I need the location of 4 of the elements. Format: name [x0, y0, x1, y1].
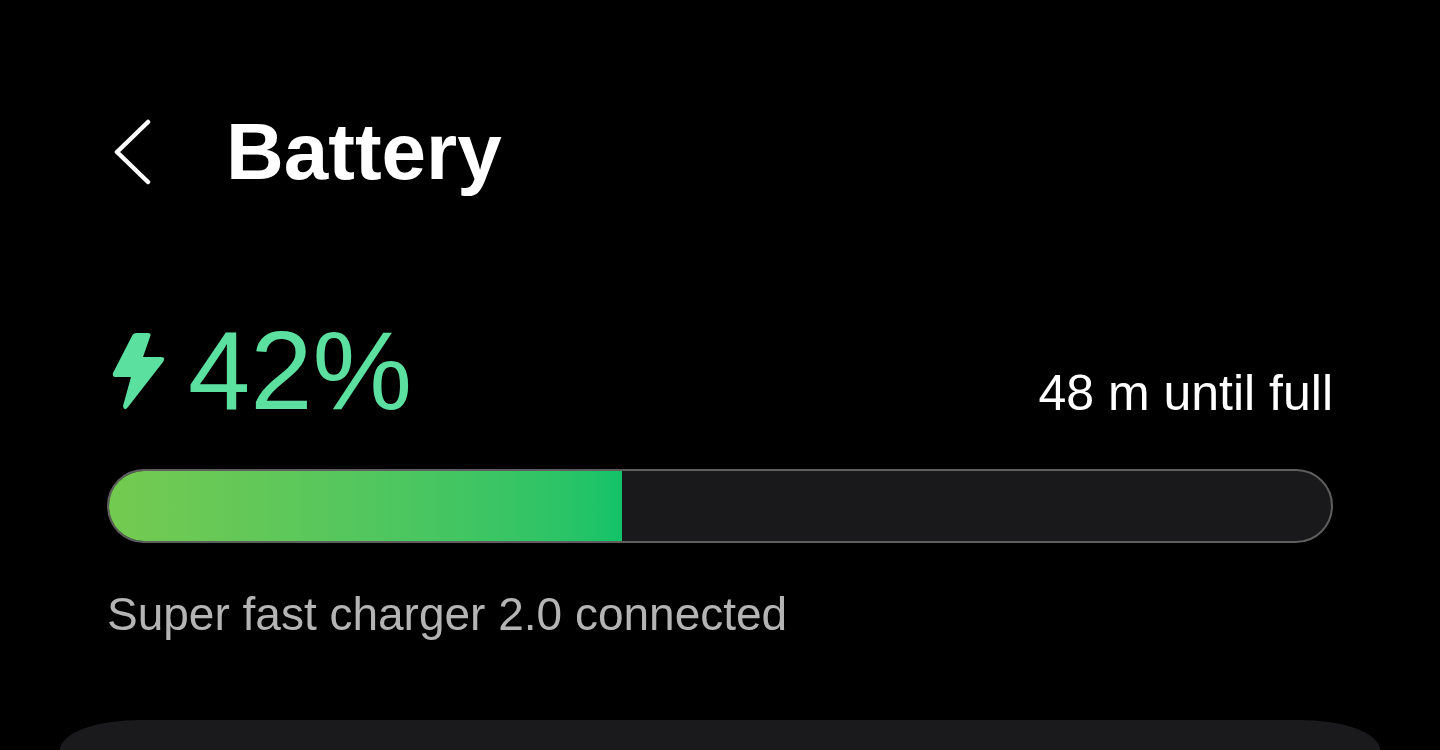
battery-percentage: 42% [188, 315, 413, 427]
back-chevron-icon [113, 119, 151, 185]
time-until-full: 48 m until full [1038, 368, 1333, 418]
back-button[interactable] [112, 118, 152, 186]
